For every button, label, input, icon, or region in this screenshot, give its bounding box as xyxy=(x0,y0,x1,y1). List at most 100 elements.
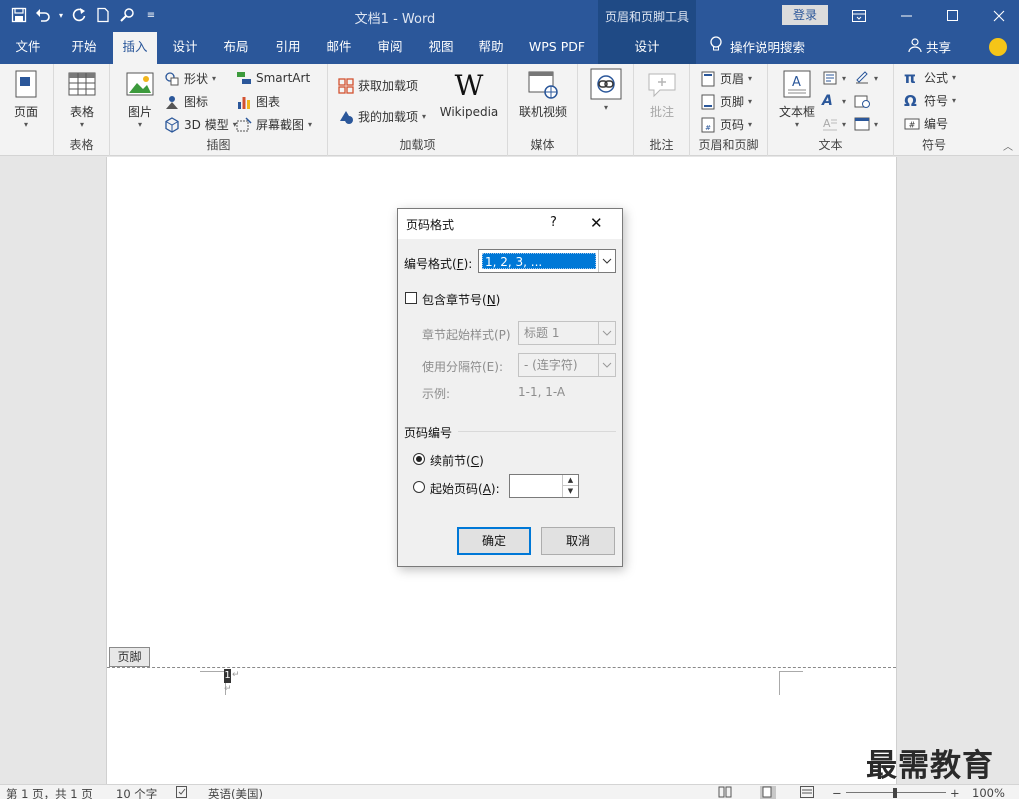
group-header-footer-label: 页眉和页脚 xyxy=(698,138,759,152)
pages-button[interactable]: 页面 ▾ xyxy=(4,68,48,129)
textbox-button[interactable]: A 文本框 ▾ xyxy=(774,68,820,129)
tab-home[interactable]: 开始 xyxy=(62,32,106,64)
tab-file[interactable]: 文件 xyxy=(8,32,48,64)
group-comments-label: 批注 xyxy=(649,138,674,152)
group-symbols-label: 符号 xyxy=(921,138,946,152)
online-video-button[interactable]: 联机视频 xyxy=(512,68,574,120)
zoom-slider-thumb[interactable] xyxy=(893,788,897,798)
screenshot-button[interactable]: 屏幕截图 ▾ xyxy=(236,116,312,133)
picture-icon xyxy=(124,68,156,100)
chevron-down-icon[interactable] xyxy=(598,250,615,272)
separator-select: - (连字符) xyxy=(518,353,616,377)
wikipedia-label: Wikipedia xyxy=(439,105,499,119)
tab-mailings[interactable]: 邮件 xyxy=(317,32,361,64)
continue-label: 续前节(C) xyxy=(430,454,484,468)
chevron-down-icon: ▾ xyxy=(603,103,608,112)
tab-layout[interactable]: 布局 xyxy=(214,32,258,64)
date-time-icon xyxy=(854,93,870,109)
number-button[interactable]: # 编号 xyxy=(904,115,948,132)
shapes-button[interactable]: 形状 ▾ xyxy=(164,70,216,87)
group-symbols: π 公式 ▾ Ω 符号 ▾ # 编号 符号 xyxy=(894,64,974,156)
start-at-spinner[interactable]: ▲ ▼ xyxy=(509,474,579,498)
tab-insert[interactable]: 插入 xyxy=(113,32,157,64)
title-bar: ▾ ≡ 文档1 - Word 登录 xyxy=(0,0,1019,32)
spin-up-icon[interactable]: ▲ xyxy=(563,475,578,486)
cancel-button[interactable]: 取消 xyxy=(541,527,615,555)
links-button[interactable]: ▾ xyxy=(584,68,628,112)
screenshot-label: 屏幕截图 xyxy=(256,118,305,132)
smartart-button[interactable]: SmartArt xyxy=(236,70,310,86)
group-tables-label: 表格 xyxy=(69,138,94,152)
continue-radio[interactable] xyxy=(413,453,425,465)
feedback-smiley-icon[interactable] xyxy=(989,38,1007,56)
page-count[interactable]: 第 1 页，共 1 页 xyxy=(6,786,93,799)
ribbon-display-options-icon[interactable] xyxy=(836,0,882,32)
close-icon[interactable] xyxy=(976,0,1019,32)
drop-cap-button[interactable]: A ▾ xyxy=(822,116,846,132)
footer-label: 页脚 xyxy=(720,95,745,109)
dialog-titlebar[interactable]: 页码格式 ? ✕ xyxy=(398,209,622,239)
spin-down-icon[interactable]: ▼ xyxy=(563,486,578,497)
drop-cap-icon: A xyxy=(822,116,838,132)
tab-review[interactable]: 审阅 xyxy=(368,32,412,64)
link-icon xyxy=(590,68,622,100)
icons-label: 图标 xyxy=(184,95,209,109)
quick-parts-button[interactable]: ▾ xyxy=(822,70,846,86)
tab-view[interactable]: 视图 xyxy=(419,32,463,64)
print-layout-icon[interactable] xyxy=(760,786,776,799)
word-count[interactable]: 10 个字 xyxy=(116,786,157,799)
help-icon[interactable]: ? xyxy=(550,215,557,230)
collapse-ribbon-icon[interactable]: ︿ xyxy=(1003,138,1013,153)
signature-line-button[interactable]: ▾ xyxy=(854,70,878,86)
pi-icon: π xyxy=(904,68,916,87)
my-addins-button[interactable]: 我的加载项 ▾ xyxy=(338,108,426,125)
number-format-select[interactable]: 1, 2, 3, ... xyxy=(478,249,616,273)
read-mode-icon[interactable] xyxy=(718,786,732,799)
maximize-icon[interactable] xyxy=(930,0,976,32)
chevron-down-icon xyxy=(598,322,615,344)
tab-references[interactable]: 引用 xyxy=(266,32,310,64)
language-indicator[interactable]: 英语(美国) xyxy=(208,786,263,799)
footer-page-number[interactable]: 1 xyxy=(224,669,231,683)
picture-button[interactable]: 图片 ▾ xyxy=(120,68,160,129)
footer-tag: 页脚 xyxy=(109,647,150,667)
tab-design[interactable]: 设计 xyxy=(163,32,207,64)
table-button[interactable]: 表格 ▾ xyxy=(60,68,104,129)
footer-button[interactable]: 页脚 ▾ xyxy=(700,93,752,110)
tab-wps-pdf[interactable]: WPS PDF xyxy=(522,32,592,64)
online-video-icon xyxy=(527,68,559,100)
header-button[interactable]: 页眉 ▾ xyxy=(700,70,752,87)
zoom-in-button[interactable]: + xyxy=(950,786,960,799)
share-button[interactable]: 共享 xyxy=(908,32,951,64)
page-number-button[interactable]: # 页码 ▾ xyxy=(700,116,752,133)
proofing-icon[interactable] xyxy=(176,786,190,799)
tab-help[interactable]: 帮助 xyxy=(469,32,513,64)
get-addins-button[interactable]: 获取加载项 xyxy=(338,77,418,94)
chart-button[interactable]: 图表 xyxy=(236,93,280,110)
ok-button[interactable]: 确定 xyxy=(457,527,531,555)
icons-button[interactable]: 图标 xyxy=(164,93,208,110)
wikipedia-icon: W xyxy=(454,69,484,102)
object-button[interactable]: ▾ xyxy=(854,116,878,132)
equation-label: 公式 xyxy=(924,71,949,85)
3d-model-button[interactable]: 3D 模型 ▾ xyxy=(164,116,237,133)
zoom-level[interactable]: 100% xyxy=(972,786,1005,799)
date-time-button[interactable] xyxy=(854,93,870,109)
symbol-button[interactable]: Ω 符号 ▾ xyxy=(904,92,956,109)
login-button[interactable]: 登录 xyxy=(782,5,828,25)
include-chapter-checkbox[interactable] xyxy=(405,292,417,304)
tab-header-footer-design[interactable]: 设计 xyxy=(598,32,696,64)
margin-corner-mark xyxy=(779,671,803,695)
start-at-radio[interactable] xyxy=(413,481,425,493)
equation-button[interactable]: π 公式 ▾ xyxy=(904,69,956,86)
dialog-close-icon[interactable]: ✕ xyxy=(590,214,603,232)
zoom-out-button[interactable]: − xyxy=(832,786,842,799)
start-at-label: 起始页码(A): xyxy=(430,482,500,496)
wikipedia-button[interactable]: W Wikipedia xyxy=(436,69,502,120)
svg-text:#: # xyxy=(705,124,711,132)
tell-me-search[interactable]: 操作说明搜索 xyxy=(710,32,805,64)
web-layout-icon[interactable] xyxy=(800,786,814,799)
comment-button[interactable]: 批注 xyxy=(640,68,684,120)
minimize-icon[interactable] xyxy=(884,0,930,32)
wordart-button[interactable]: A ▾ xyxy=(822,93,846,109)
